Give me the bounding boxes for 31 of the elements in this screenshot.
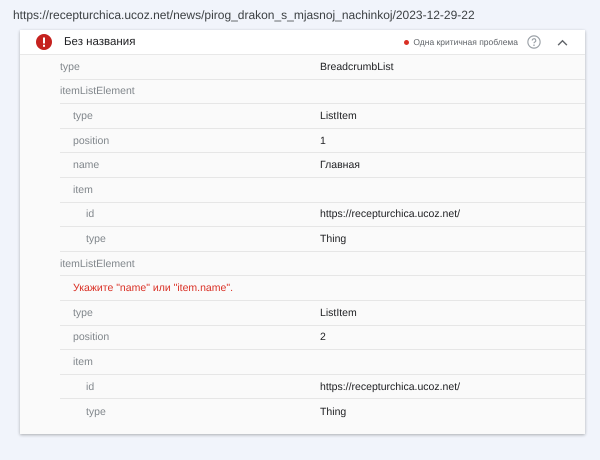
field-value: 2 xyxy=(320,331,327,344)
field-name: type xyxy=(86,232,107,245)
collapse-icon[interactable] xyxy=(557,38,568,46)
field-name: id xyxy=(86,208,96,220)
help-icon[interactable] xyxy=(527,35,541,49)
field-value: ListItem xyxy=(320,110,358,122)
field-name: itemListElement xyxy=(60,85,136,98)
field-name: type xyxy=(60,60,81,73)
error-message: Укажите "name" или "item.name". xyxy=(73,282,234,294)
item-title: Без названия xyxy=(64,36,136,48)
field-value: 1 xyxy=(320,134,327,147)
field-name: type xyxy=(86,406,107,418)
field-name: item xyxy=(73,184,94,196)
error-icon xyxy=(36,34,52,50)
field-name: type xyxy=(73,306,94,319)
field-name: position xyxy=(73,134,110,147)
field-name: type xyxy=(73,110,94,122)
field-value: Главная xyxy=(320,159,361,172)
issue-label: Одна критичная проблема xyxy=(413,37,518,47)
field-value: Thing xyxy=(320,232,348,245)
field-name: id xyxy=(86,380,96,393)
field-value: ListItem xyxy=(320,306,358,319)
field-name: name xyxy=(73,159,100,172)
page-url: https://recepturchica.ucoz.net/news/pirog_drakon_s_mjasnoj_nachinkoj/2023-12-29-22 xyxy=(13,7,476,24)
field-value: Thing xyxy=(320,406,348,418)
field-name: itemListElement xyxy=(60,258,136,270)
field-value: https://recepturchica.ucoz.net/ xyxy=(320,208,462,220)
field-value: https://recepturchica.ucoz.net/ xyxy=(320,380,462,393)
field-value: BreadcrumbList xyxy=(320,60,395,73)
field-name: item xyxy=(73,356,94,368)
field-name: position xyxy=(73,331,110,344)
